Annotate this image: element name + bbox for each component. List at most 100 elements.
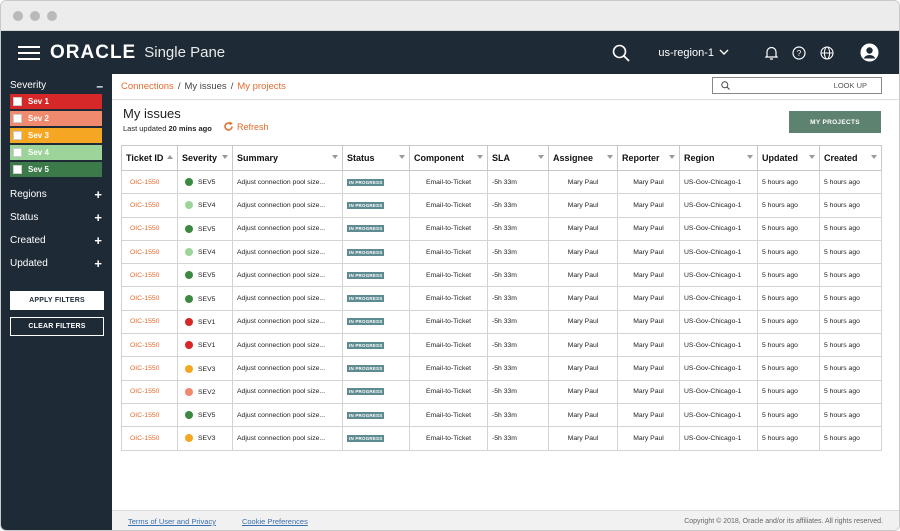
table-row[interactable]: OIC-1550 SEV3 Adjust connection pool size.… (121, 356, 882, 381)
refresh-button[interactable]: Refresh (223, 121, 269, 132)
table-row[interactable]: OIC-1550 SEV5 Adjust connection pool size.… (121, 402, 882, 428)
summary-cell: Adjust connection pool size... (232, 356, 343, 381)
clear-filters-button[interactable]: CLEAR FILTERS (10, 317, 104, 336)
window-minimize-dot[interactable] (30, 10, 40, 21)
severity-option-sev-2[interactable]: Sev 2 (10, 111, 102, 126)
ticket-id-link[interactable]: OIC-1550 (121, 356, 178, 381)
collapse-minus-icon[interactable]: – (96, 79, 103, 93)
summary-cell: Adjust connection pool size... (232, 286, 343, 311)
ticket-id-link[interactable]: OIC-1550 (121, 239, 178, 265)
severity-checkbox[interactable] (13, 165, 22, 174)
sort-dropdown-icon[interactable] (747, 155, 753, 159)
table-row[interactable]: OIC-1550 SEV5 Adjust connection pool size.… (121, 286, 882, 311)
severity-filter-header[interactable]: Severity – (1, 74, 112, 93)
region-selector[interactable]: us-region-1 (658, 47, 729, 59)
sort-dropdown-icon[interactable] (222, 155, 228, 159)
column-header-assignee[interactable]: Assignee (548, 145, 618, 171)
ticket-id-link[interactable]: OIC-1550 (121, 169, 178, 195)
column-header-severity[interactable]: Severity (177, 145, 233, 171)
sort-dropdown-icon[interactable] (477, 155, 483, 159)
sort-dropdown-icon[interactable] (538, 155, 544, 159)
oracle-logo: ORACLE (50, 41, 137, 63)
updated-cell: 5 hours ago (757, 309, 820, 335)
column-header-reporter[interactable]: Reporter (617, 145, 680, 171)
filter-created[interactable]: Created + (1, 229, 112, 252)
filter-updated[interactable]: Updated + (1, 252, 112, 275)
help-icon[interactable]: ? (792, 45, 806, 60)
table-row[interactable]: OIC-1550 SEV2 Adjust connection pool size.… (121, 379, 882, 404)
column-header-created[interactable]: Created (819, 145, 882, 171)
severity-checkbox[interactable] (13, 131, 22, 140)
sort-dropdown-icon[interactable] (809, 155, 815, 159)
ticket-id-link[interactable]: OIC-1550 (121, 309, 178, 335)
user-avatar-icon[interactable] (860, 43, 879, 62)
ticket-id-link[interactable]: OIC-1550 (121, 333, 178, 358)
assignee-cell: Mary Paul (548, 356, 618, 381)
ticket-id-link[interactable]: OIC-1550 (121, 216, 178, 241)
ticket-id-link[interactable]: OIC-1550 (121, 379, 178, 404)
severity-option-sev-3[interactable]: Sev 3 (10, 128, 102, 143)
sort-dropdown-icon[interactable] (399, 155, 405, 159)
assignee-cell: Mary Paul (548, 239, 618, 265)
lookup-search-input[interactable]: LOOK UP (712, 77, 882, 94)
table-row[interactable]: OIC-1550 SEV4 Adjust connection pool size.… (121, 239, 882, 265)
breadcrumb-my-projects[interactable]: My projects (237, 81, 286, 92)
severity-option-sev-4[interactable]: Sev 4 (10, 145, 102, 160)
table-row[interactable]: OIC-1550 SEV3 Adjust connection pool size.… (121, 426, 882, 451)
ticket-id-link[interactable]: OIC-1550 (121, 263, 178, 288)
ticket-id-link[interactable]: OIC-1550 (121, 426, 178, 451)
sort-ascending-icon[interactable] (167, 155, 173, 159)
cookie-preferences-link[interactable]: Cookie Preferences (242, 517, 308, 526)
severity-cell: SEV2 (177, 379, 233, 404)
column-header-updated[interactable]: Updated (757, 145, 820, 171)
my-projects-button[interactable]: MY PROJECTS (789, 111, 881, 133)
filter-label: Status (10, 212, 39, 223)
updated-cell: 5 hours ago (757, 356, 820, 381)
table-row[interactable]: OIC-1550 SEV5 Adjust connection pool size.… (121, 169, 882, 195)
ticket-id-link[interactable]: OIC-1550 (121, 402, 178, 428)
table-row[interactable]: OIC-1550 SEV5 Adjust connection pool size.… (121, 263, 882, 288)
column-header-status[interactable]: Status (342, 145, 410, 171)
sort-dropdown-icon[interactable] (669, 155, 675, 159)
search-icon[interactable] (612, 44, 630, 62)
severity-option-sev-1[interactable]: Sev 1 (10, 94, 102, 109)
breadcrumb-connections[interactable]: Connections (121, 81, 174, 92)
status-cell: IN PROGRESS (342, 193, 410, 218)
table-row[interactable]: OIC-1550 SEV1 Adjust connection pool size.… (121, 333, 882, 358)
severity-option-label: Sev 4 (28, 148, 49, 157)
table-row[interactable]: OIC-1550 SEV4 Adjust connection pool size.… (121, 193, 882, 218)
apply-filters-button[interactable]: APPLY FILTERS (10, 291, 104, 310)
bell-icon[interactable] (765, 46, 778, 60)
severity-checkbox[interactable] (13, 148, 22, 157)
expand-plus-icon[interactable]: + (94, 233, 102, 248)
window-maximize-dot[interactable] (47, 10, 57, 21)
column-header-sla[interactable]: SLA (487, 145, 549, 171)
window-close-dot[interactable] (13, 10, 23, 21)
expand-plus-icon[interactable]: + (94, 256, 102, 271)
severity-dot-icon (185, 201, 193, 210)
filter-regions[interactable]: Regions + (1, 183, 112, 206)
column-header-summary[interactable]: Summary (232, 145, 343, 171)
globe-icon[interactable] (820, 45, 834, 60)
sort-dropdown-icon[interactable] (871, 155, 877, 159)
column-header-region[interactable]: Region (679, 145, 758, 171)
severity-checkbox[interactable] (13, 114, 22, 123)
column-header-component[interactable]: Component (409, 145, 488, 171)
filter-status[interactable]: Status + (1, 206, 112, 229)
column-header-ticket-id[interactable]: Ticket ID (121, 145, 178, 171)
ticket-id-link[interactable]: OIC-1550 (121, 193, 178, 218)
breadcrumb-my-issues[interactable]: My issues (184, 81, 226, 92)
sort-dropdown-icon[interactable] (332, 155, 338, 159)
sort-dropdown-icon[interactable] (607, 155, 613, 159)
terms-link[interactable]: Terms of User and Privacy (128, 517, 216, 526)
hamburger-menu-icon[interactable] (18, 45, 40, 60)
top-navigation-bar: ORACLE Single Pane us-region-1 ? (1, 31, 899, 74)
severity-checkbox[interactable] (13, 97, 22, 106)
severity-option-sev-5[interactable]: Sev 5 (10, 162, 102, 177)
created-cell: 5 hours ago (819, 239, 882, 265)
table-row[interactable]: OIC-1550 SEV1 Adjust connection pool size.… (121, 309, 882, 335)
ticket-id-link[interactable]: OIC-1550 (121, 286, 178, 311)
expand-plus-icon[interactable]: + (94, 187, 102, 202)
table-row[interactable]: OIC-1550 SEV5 Adjust connection pool size.… (121, 216, 882, 241)
expand-plus-icon[interactable]: + (94, 210, 102, 225)
